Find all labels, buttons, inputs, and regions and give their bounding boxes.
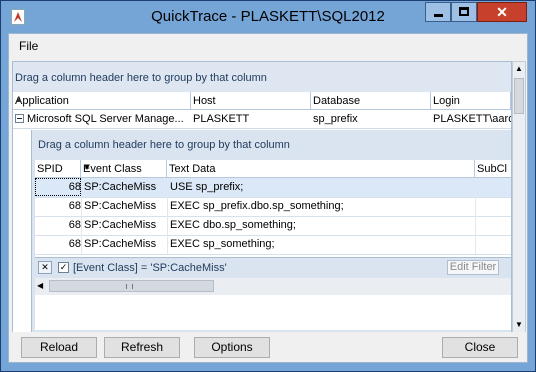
cell-text-data: EXEC dbo.sp_something; [170, 219, 296, 231]
column-header-label: Host [193, 95, 216, 107]
column-divider [81, 178, 82, 254]
cell-spid: 68 [68, 238, 81, 250]
column-header-label: Login [433, 95, 460, 107]
cell-login: PLASKETT\aaro [433, 113, 511, 125]
close-button[interactable]: Close [442, 337, 518, 358]
column-header-host[interactable]: Host [191, 92, 311, 110]
app-window: QuickTrace - PLASKETT\SQL2012 ✕ File Dra… [0, 0, 536, 372]
sort-ascending-icon: ▲ [15, 95, 23, 104]
cell-event-class: SP:CacheMiss [84, 219, 157, 231]
column-header-label: Text Data [169, 163, 216, 175]
column-header-spid[interactable]: SPID [35, 160, 81, 178]
column-header-text-data[interactable]: Text Data [167, 160, 475, 178]
scrollbar-thumb[interactable] [49, 280, 214, 292]
menu-bar: File [9, 34, 527, 56]
column-header-event-class[interactable]: Event Class ▼ [81, 160, 167, 178]
table-row[interactable]: 68 SP:CacheMiss EXEC dbo.sp_something; [35, 216, 511, 236]
grid-vertical-scrollbar[interactable]: ▲ ▼ [512, 61, 526, 333]
scroll-left-icon[interactable]: ◀ [37, 281, 43, 290]
column-header-label: SubCl [477, 163, 507, 175]
column-header-label: SPID [37, 163, 63, 175]
close-window-button[interactable]: ✕ [477, 2, 527, 22]
filter-bar: ✕ ✓ [Event Class] = 'SP:CacheMiss' Edit … [35, 257, 511, 278]
scrollbar-thumb[interactable] [514, 78, 524, 114]
filter-enabled-checkbox[interactable]: ✓ [58, 262, 69, 273]
table-row[interactable]: Microsoft SQL Server Manage... PLASKETT … [13, 110, 511, 129]
filter-icon[interactable]: ▼ [83, 163, 163, 172]
minimize-button[interactable] [425, 2, 451, 22]
cell-event-class: SP:CacheMiss [84, 200, 157, 212]
clear-filter-button[interactable]: ✕ [38, 261, 52, 274]
column-header-database[interactable]: Database [311, 92, 431, 110]
cell-spid: 68 [68, 181, 81, 193]
detail-view: Drag a column header here to group by th… [31, 130, 511, 332]
detail-group-by-panel[interactable]: Drag a column header here to group by th… [32, 130, 511, 160]
table-row[interactable]: 68 SP:CacheMiss EXEC sp_prefix.dbo.sp_so… [35, 197, 511, 217]
cell-spid: 68 [68, 200, 81, 212]
cell-text-data: EXEC sp_something; [170, 238, 275, 250]
client-area: File Drag a column header here to group … [8, 33, 528, 363]
table-row[interactable]: 68 SP:CacheMiss USE sp_prefix; [35, 178, 511, 198]
table-row[interactable]: 68 SP:CacheMiss EXEC sp_something; [35, 235, 511, 255]
cell-application: Microsoft SQL Server Manage... [27, 113, 184, 125]
cell-spid: 68 [68, 219, 81, 231]
cell-text-data: EXEC sp_prefix.dbo.sp_something; [170, 200, 344, 212]
maximize-icon [459, 7, 469, 16]
reload-button[interactable]: Reload [21, 337, 97, 358]
collapse-icon[interactable] [15, 114, 24, 123]
maximize-button[interactable] [451, 2, 477, 22]
cell-host: PLASKETT [193, 113, 250, 125]
edit-filter-button[interactable]: Edit Filter [447, 260, 499, 275]
cell-event-class: SP:CacheMiss [84, 238, 157, 250]
filter-expression[interactable]: [Event Class] = 'SP:CacheMiss' [73, 262, 227, 274]
detail-group-by-hint: Drag a column header here to group by th… [38, 139, 290, 151]
group-by-panel[interactable]: Drag a column header here to group by th… [13, 62, 511, 92]
cell-database: sp_prefix [313, 113, 358, 125]
trace-grid: Drag a column header here to group by th… [12, 61, 512, 333]
column-divider [475, 178, 476, 254]
cell-event-class: SP:CacheMiss [84, 181, 157, 193]
column-header-label: Database [313, 95, 361, 107]
cell-text-data: USE sp_prefix; [170, 181, 244, 193]
refresh-button[interactable]: Refresh [104, 337, 180, 358]
button-bar: Reload Refresh Options Close [9, 332, 527, 362]
column-header-subclass[interactable]: SubCl [475, 160, 511, 178]
menu-file[interactable]: File [19, 39, 38, 53]
detail-grid: SPID Event Class ▼ Text Data SubCl 68 SP… [35, 160, 511, 330]
options-button[interactable]: Options [194, 337, 270, 358]
detail-horizontal-scrollbar[interactable]: ◀ [35, 278, 511, 295]
close-icon: ✕ [496, 4, 508, 20]
title-bar[interactable]: QuickTrace - PLASKETT\SQL2012 ✕ [1, 1, 535, 33]
column-header-application[interactable]: Application ▲ [13, 92, 191, 110]
minimize-icon [434, 14, 443, 17]
column-header-login[interactable]: Login [431, 92, 511, 110]
group-by-hint: Drag a column header here to group by th… [15, 72, 267, 84]
scroll-up-icon[interactable]: ▲ [513, 62, 525, 76]
scroll-down-icon[interactable]: ▼ [513, 318, 525, 332]
column-divider [167, 178, 168, 254]
